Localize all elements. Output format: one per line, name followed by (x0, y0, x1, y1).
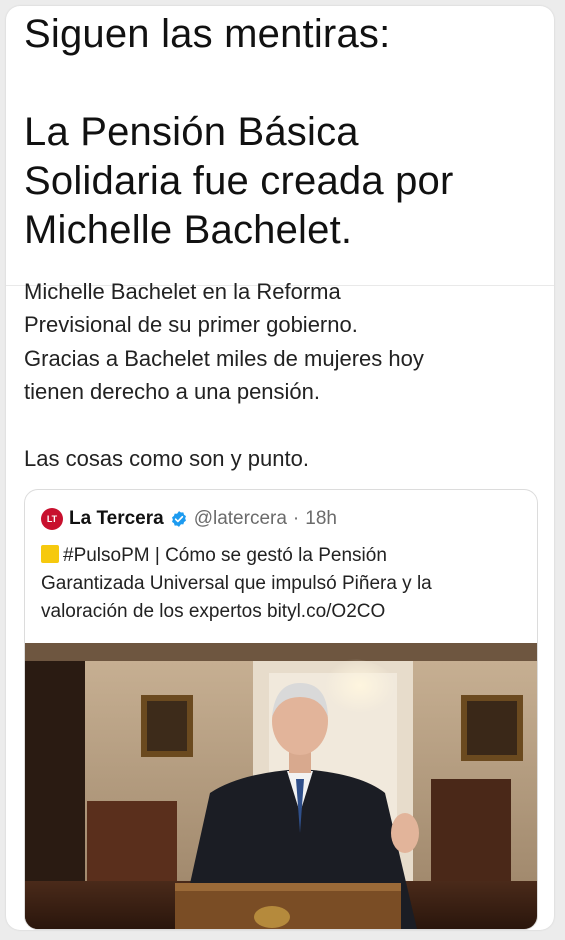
tweet-line-clipped: Michelle Bachelet en la Reforma (24, 282, 544, 308)
tweet-line: Michelle Bachelet en la Reforma (24, 282, 341, 304)
quote-line: Garantizada Universal que impulsó Piñera… (41, 573, 432, 594)
quoted-tweet-text: #PulsoPM | Cómo se gestó la Pensión Gara… (41, 542, 531, 626)
quote-line-text: #PulsoPM | Cómo se gestó la Pensión (63, 545, 387, 566)
quoted-tweet-header: LT La Tercera @latercera · 18h (41, 506, 337, 532)
quoted-tweet[interactable]: LT La Tercera @latercera · 18h #PulsoPM … (24, 489, 538, 930)
quote-line[interactable]: valoración de los expertos bityl.co/O2CO (41, 598, 531, 626)
tweet-line: Las cosas como son y punto. (24, 445, 309, 471)
verified-badge-icon (171, 511, 186, 527)
quote-line: #PulsoPM | Cómo se gestó la Pensión (41, 542, 531, 570)
headline-line: Solidaria fue creada por (24, 159, 454, 203)
separator-dot: · (292, 508, 300, 529)
tweet-line: Previsional de su primer gobierno. (24, 312, 358, 337)
post-card: Siguen las mentiras: La Pensión Básica S… (6, 6, 554, 930)
tweet-line: Gracias a Bachelet miles de mujeres hoy (24, 345, 424, 371)
author-name[interactable]: La Tercera (69, 508, 164, 530)
tweet-text: Michelle Bachelet en la Reforma Previsio… (24, 282, 544, 475)
headline-line: Michelle Bachelet. (24, 208, 353, 252)
tweet-spacer (24, 409, 544, 442)
tweet-line: tienen derecho a una pensión. (24, 379, 321, 404)
headline-line (24, 59, 544, 108)
meme-headline: Siguen las mentiras: La Pensión Básica S… (24, 10, 544, 255)
author-handle[interactable]: @latercera (194, 508, 287, 530)
timestamp[interactable]: 18h (305, 508, 337, 530)
news-photo[interactable] (25, 643, 537, 929)
headline-line: La Pensión Básica (24, 110, 359, 154)
headline-line: Siguen las mentiras: (24, 12, 391, 56)
yellow-square-emoji-icon (41, 545, 59, 563)
avatar[interactable]: LT (41, 508, 63, 530)
